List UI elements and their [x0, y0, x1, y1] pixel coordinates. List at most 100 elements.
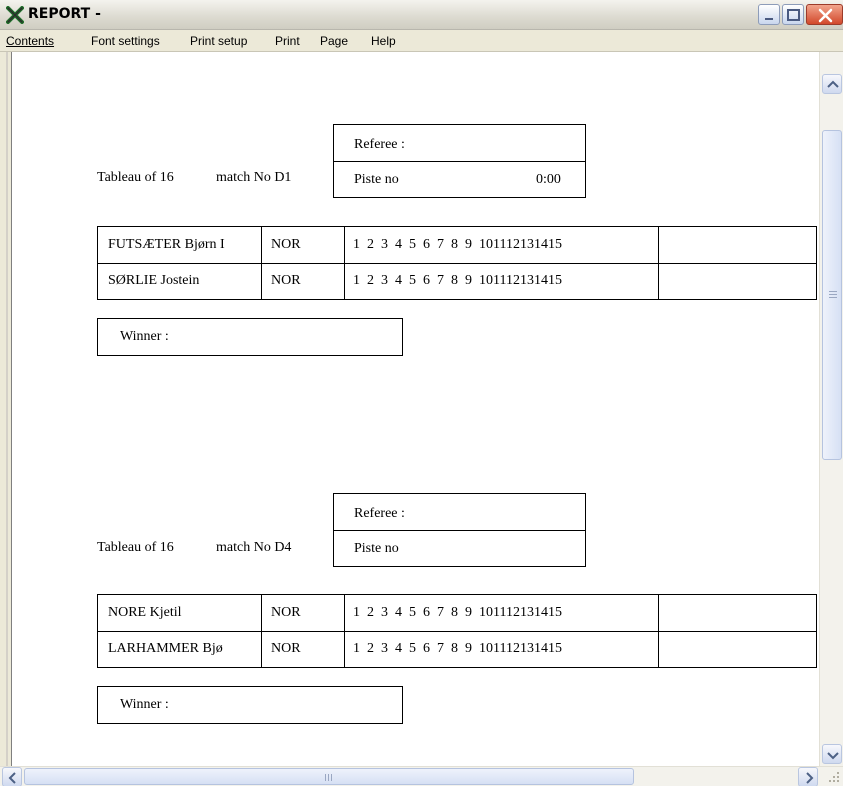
left-frame	[0, 52, 12, 766]
touch-number: 2	[367, 641, 374, 656]
touch-number: 9	[465, 237, 472, 252]
touch-number: 7	[437, 605, 444, 620]
menu-page[interactable]: Page	[320, 34, 348, 48]
horizontal-scroll-thumb[interactable]	[24, 768, 634, 785]
round-label: Tableau of 16	[97, 540, 174, 555]
referee-box: Referee : Piste no	[333, 493, 586, 567]
touch-number: 6	[423, 605, 430, 620]
touch-number: 2	[367, 237, 374, 252]
touch-number: 1	[353, 273, 360, 288]
fencer-name: SØRLIE Jostein	[108, 273, 200, 288]
touch-number: 6	[423, 641, 430, 656]
winner-label: Winner :	[120, 697, 169, 712]
referee-box: Referee : Piste no 0:00	[333, 124, 586, 198]
scroll-down-button[interactable]	[822, 744, 842, 764]
fencer-name: FUTSÆTER Bjørn I	[108, 237, 225, 252]
report-canvas: Tableau of 16 match No D1 Referee : Pist…	[13, 52, 819, 766]
touch-number: 1	[353, 237, 360, 252]
close-button[interactable]	[806, 4, 843, 25]
vertical-scrollbar[interactable]	[819, 52, 843, 766]
touch-number: 5	[409, 605, 416, 620]
touch-number: 13	[519, 641, 534, 656]
touch-number: 13	[519, 605, 534, 620]
touch-number: 6	[423, 237, 430, 252]
minimize-button[interactable]	[758, 4, 780, 25]
touch-number: 9	[465, 605, 472, 620]
touch-number: 5	[409, 273, 416, 288]
touch-number: 9	[465, 273, 472, 288]
touch-number: 5	[409, 237, 416, 252]
menu-print-setup[interactable]: Print setup	[190, 34, 247, 48]
touch-number: 8	[451, 641, 458, 656]
match-number: match No D4	[216, 540, 292, 555]
menu-contents-label: Contents	[6, 34, 55, 48]
touch-number: 6	[423, 273, 430, 288]
touch-number: 8	[451, 237, 458, 252]
winner-box: Winner :	[97, 318, 403, 356]
touch-number: 13	[519, 273, 534, 288]
touch-scale: 1 2 3 4 5 6 7 8 9 101112131415	[353, 273, 562, 289]
scroll-left-button[interactable]	[2, 767, 22, 786]
vertical-scroll-thumb[interactable]	[822, 130, 842, 460]
referee-label: Referee :	[354, 137, 405, 152]
bout-table: FUTSÆTER Bjørn I NOR 1 2 3 4 5 6 7 8 9 1…	[97, 226, 817, 300]
touch-number: 4	[395, 641, 402, 656]
touch-scale: 1 2 3 4 5 6 7 8 9 101112131415	[353, 237, 562, 253]
horizontal-scrollbar[interactable]	[0, 766, 843, 786]
menu-help[interactable]: Help	[371, 34, 396, 48]
touch-number: 3	[381, 237, 388, 252]
scroll-right-button[interactable]	[798, 767, 818, 786]
touch-number: 1	[353, 641, 360, 656]
window-title: REPORT -	[28, 6, 101, 22]
chevron-left-icon	[8, 772, 16, 784]
fencer-nation: NOR	[271, 237, 301, 252]
piste-label: Piste no	[354, 172, 399, 187]
touch-number: 4	[395, 605, 402, 620]
title-bar: REPORT -	[0, 0, 843, 30]
scroll-up-button[interactable]	[822, 74, 842, 94]
piste-label: Piste no	[354, 541, 399, 556]
touch-number: 14	[533, 237, 548, 252]
match-time: 0:00	[536, 172, 561, 187]
touch-number: 2	[367, 273, 374, 288]
touch-number: 14	[533, 605, 548, 620]
fencer-name: NORE Kjetil	[108, 605, 182, 620]
close-icon	[818, 8, 833, 23]
touch-number: 4	[395, 237, 402, 252]
fencer-nation: NOR	[271, 273, 301, 288]
winner-label: Winner :	[120, 329, 169, 344]
touch-number: 15	[547, 641, 562, 656]
touch-number: 10	[479, 605, 493, 620]
touch-number: 7	[437, 641, 444, 656]
chevron-right-icon	[806, 772, 814, 784]
touch-number: 7	[437, 273, 444, 288]
touch-number: 3	[381, 273, 388, 288]
touch-number: 10	[479, 237, 493, 252]
winner-box: Winner :	[97, 686, 403, 724]
menu-font-settings[interactable]: Font settings	[91, 34, 160, 48]
touch-number: 14	[533, 273, 548, 288]
x-app-icon	[6, 6, 24, 24]
touch-number: 8	[451, 273, 458, 288]
touch-number: 7	[437, 237, 444, 252]
touch-number: 14	[533, 641, 548, 656]
touch-number: 12	[505, 273, 520, 288]
bout-table: NORE Kjetil NOR 1 2 3 4 5 6 7 8 9 101112…	[97, 594, 817, 668]
resize-grip-icon[interactable]	[822, 766, 843, 786]
maximize-icon	[787, 9, 800, 21]
touch-number: 11	[493, 605, 506, 620]
chevron-up-icon	[827, 80, 839, 88]
menu-print-setup-label: Print setup	[190, 34, 248, 48]
menu-contents[interactable]: Contents	[6, 34, 54, 48]
touch-number: 3	[381, 605, 388, 620]
touch-number: 12	[505, 605, 520, 620]
minimize-icon	[765, 18, 773, 20]
touch-scale: 1 2 3 4 5 6 7 8 9 101112131415	[353, 641, 562, 657]
menu-print[interactable]: Print	[275, 34, 300, 48]
maximize-button[interactable]	[782, 4, 804, 25]
touch-number: 8	[451, 605, 458, 620]
touch-number: 12	[505, 237, 520, 252]
touch-number: 12	[505, 641, 520, 656]
touch-number: 15	[547, 237, 562, 252]
round-label: Tableau of 16	[97, 170, 174, 185]
